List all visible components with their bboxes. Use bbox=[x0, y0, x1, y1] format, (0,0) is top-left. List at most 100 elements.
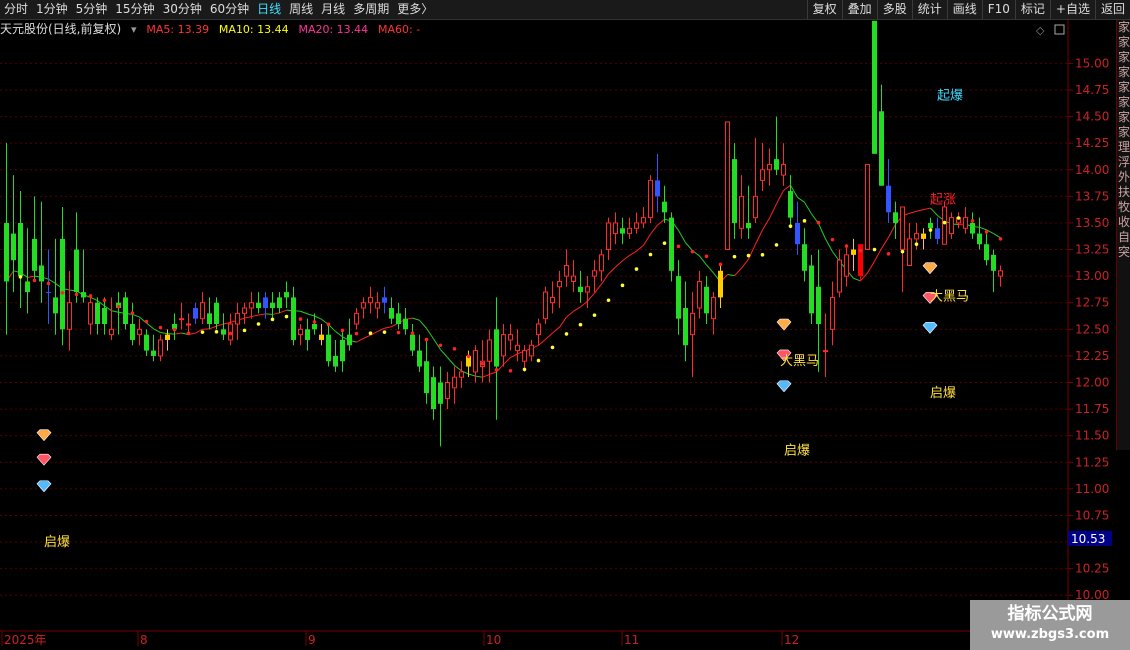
candle-body[interactable] bbox=[522, 350, 527, 362]
candle-body[interactable] bbox=[900, 206, 905, 251]
candle-body[interactable] bbox=[501, 334, 506, 357]
candle-body[interactable] bbox=[760, 169, 765, 181]
candle-body[interactable] bbox=[872, 20, 877, 154]
candle-body[interactable] bbox=[718, 270, 723, 298]
candle-body[interactable] bbox=[704, 286, 709, 314]
candle-body[interactable] bbox=[389, 308, 394, 319]
candle-body[interactable] bbox=[809, 265, 814, 314]
candle-body[interactable] bbox=[690, 312, 695, 336]
candle-body[interactable] bbox=[970, 222, 975, 234]
candle-body[interactable] bbox=[529, 344, 534, 357]
candle-body[interactable] bbox=[732, 159, 737, 223]
candle-body[interactable] bbox=[417, 350, 422, 367]
candle-body[interactable] bbox=[781, 163, 786, 176]
candle-body[interactable] bbox=[669, 217, 674, 271]
candle-body[interactable] bbox=[137, 328, 142, 336]
candle-body[interactable] bbox=[788, 191, 793, 218]
candle-body[interactable] bbox=[494, 329, 499, 367]
candle-body[interactable] bbox=[585, 286, 590, 293]
candle-body[interactable] bbox=[60, 238, 65, 330]
candle-body[interactable] bbox=[347, 334, 352, 346]
candle-body[interactable] bbox=[200, 302, 205, 320]
period-tab-monthly[interactable]: 月线 bbox=[317, 0, 349, 19]
candle-body[interactable] bbox=[410, 334, 415, 351]
candle-body[interactable] bbox=[949, 217, 954, 235]
period-tab-weekly[interactable]: 周线 bbox=[285, 0, 317, 19]
candle-body[interactable] bbox=[963, 217, 968, 229]
candle-body[interactable] bbox=[599, 254, 604, 272]
candle-body[interactable] bbox=[319, 334, 324, 340]
candle-body[interactable] bbox=[4, 222, 9, 282]
candle-body[interactable] bbox=[291, 297, 296, 340]
candle-body[interactable] bbox=[998, 270, 1003, 277]
candle-body[interactable] bbox=[641, 217, 646, 224]
candle-body[interactable] bbox=[74, 249, 79, 293]
stats-button[interactable]: 统计 bbox=[911, 0, 947, 19]
f10-button[interactable]: F10 bbox=[981, 0, 1015, 19]
candle-body[interactable] bbox=[263, 297, 268, 309]
mark-button[interactable]: 标记 bbox=[1014, 0, 1050, 19]
candle-body[interactable] bbox=[914, 233, 919, 240]
candle-body[interactable] bbox=[928, 222, 933, 229]
candle-body[interactable] bbox=[424, 361, 429, 394]
draw-line-button[interactable]: 画线 bbox=[946, 0, 982, 19]
candle-body[interactable] bbox=[550, 296, 555, 304]
back-button[interactable]: 返回 bbox=[1094, 0, 1130, 19]
candle-body[interactable] bbox=[81, 292, 86, 298]
candle-body[interactable] bbox=[158, 339, 163, 357]
candle-body[interactable] bbox=[179, 318, 184, 321]
candle-body[interactable] bbox=[676, 276, 681, 319]
period-tab-15min[interactable]: 15分钟 bbox=[111, 0, 158, 19]
candle-body[interactable] bbox=[739, 195, 744, 229]
candle-body[interactable] bbox=[473, 350, 478, 373]
candle-body[interactable] bbox=[53, 297, 58, 314]
candle-body[interactable] bbox=[564, 264, 569, 277]
candle-body[interactable] bbox=[907, 238, 912, 266]
add-watchlist-button[interactable]: +自选 bbox=[1049, 0, 1095, 19]
adjust-button[interactable]: 复权 bbox=[806, 0, 842, 19]
candle-body[interactable] bbox=[431, 377, 436, 410]
kline-chart[interactable]: 15.00 14.75 14.50 14.25 14.00 13.75 13.50 13.25… bbox=[0, 20, 1116, 650]
candle-body[interactable] bbox=[515, 344, 520, 352]
candle-body[interactable] bbox=[837, 259, 842, 293]
candle-body[interactable] bbox=[312, 324, 317, 330]
candle-body[interactable] bbox=[130, 324, 135, 340]
candle-body[interactable] bbox=[305, 329, 310, 340]
candle-body[interactable] bbox=[795, 222, 800, 245]
candle-body[interactable] bbox=[277, 297, 282, 309]
candle-body[interactable] bbox=[18, 222, 23, 277]
candle-body[interactable] bbox=[11, 233, 16, 261]
candle-body[interactable] bbox=[256, 302, 261, 309]
candle-body[interactable] bbox=[67, 302, 72, 330]
candle-body[interactable] bbox=[746, 222, 751, 229]
candle-body[interactable] bbox=[557, 280, 562, 288]
candle-body[interactable] bbox=[662, 201, 667, 213]
candle-body[interactable] bbox=[879, 111, 884, 186]
candle-body[interactable] bbox=[32, 238, 37, 271]
candle-body[interactable] bbox=[396, 313, 401, 324]
candle-body[interactable] bbox=[865, 163, 870, 251]
candle-body[interactable] bbox=[186, 323, 191, 326]
candle-body[interactable] bbox=[193, 308, 198, 319]
period-tab-multi[interactable]: 多周期 bbox=[349, 0, 393, 19]
window-icon[interactable] bbox=[1054, 24, 1065, 35]
candle-body[interactable] bbox=[767, 163, 772, 171]
candle-body[interactable] bbox=[242, 307, 247, 314]
candle-body[interactable] bbox=[886, 185, 891, 213]
candle-body[interactable] bbox=[711, 296, 716, 320]
diamond-icon[interactable]: ◇ bbox=[1036, 24, 1045, 37]
candle-body[interactable] bbox=[235, 312, 240, 325]
candle-body[interactable] bbox=[942, 206, 947, 245]
candle-body[interactable] bbox=[648, 179, 653, 219]
candle-body[interactable] bbox=[25, 281, 30, 293]
candle-body[interactable] bbox=[88, 302, 93, 325]
candle-body[interactable] bbox=[984, 244, 989, 261]
candle-body[interactable] bbox=[543, 291, 548, 320]
candle-body[interactable] bbox=[753, 195, 758, 219]
candle-body[interactable] bbox=[613, 222, 618, 235]
period-tab-1min[interactable]: 1分钟 bbox=[32, 0, 72, 19]
candle-body[interactable] bbox=[606, 222, 611, 251]
candle-body[interactable] bbox=[683, 308, 688, 346]
candle-body[interactable] bbox=[452, 376, 457, 389]
candle-body[interactable] bbox=[774, 159, 779, 170]
